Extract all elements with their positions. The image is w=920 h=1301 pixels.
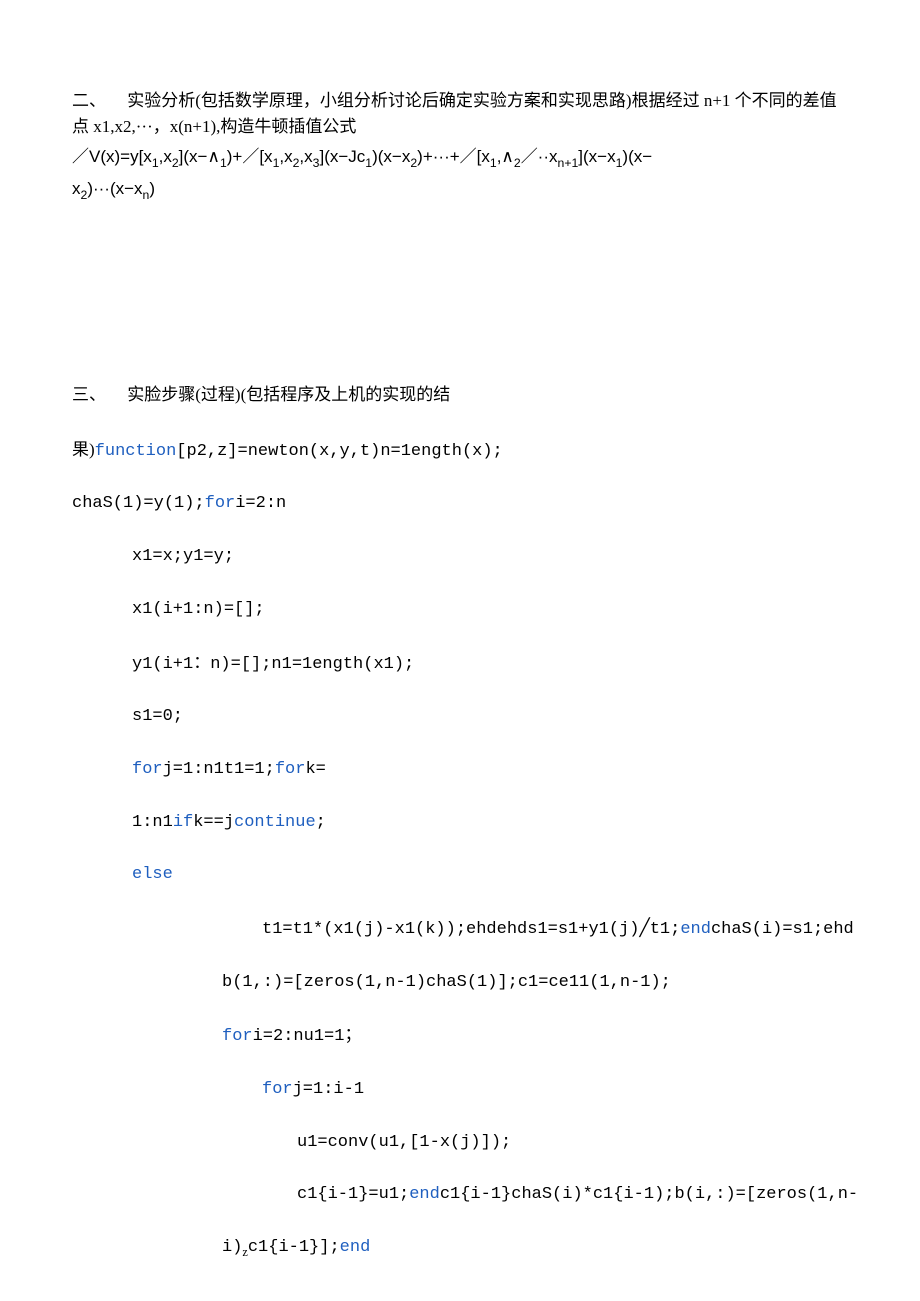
code-text: x1=x;y1=y;	[132, 547, 234, 566]
formula-line-1: ／V(x)=y[x1,x2](x−∧1)+／[x1,x2,x3](x−Jc1)(…	[72, 143, 848, 173]
code-line: 1:n1ifk==jcontinue;	[72, 810, 848, 836]
keyword-for: for	[205, 494, 236, 513]
code-text: chaS(i)=s1;ehd	[711, 920, 854, 939]
code-text: b(1,:)=[zeros(1,n-1)chaS(1)];c1=ce11(1,n…	[222, 973, 671, 992]
formula-sub: 2	[410, 156, 417, 170]
keyword-end: end	[680, 920, 711, 939]
code-text: c1{i-1}];	[248, 1238, 340, 1257]
code-line: fori=2:nu1=1；	[72, 1022, 848, 1050]
keyword-function: function	[95, 442, 177, 461]
code-text: u1=conv(u1,[1-x(j)]);	[297, 1133, 511, 1152]
code-sub: z	[242, 1245, 247, 1259]
section-2-heading-body: 实验分析(包括数学原理，小组分析讨论后确定实验方案和实现思路)根据经过 n+1 …	[72, 91, 837, 136]
code-text: ;	[316, 813, 326, 832]
formula-sub: 1	[365, 156, 372, 170]
code-text: x1(i+1:n)=[];	[132, 600, 265, 619]
formula-text: ](x−x	[578, 147, 615, 166]
section-2: 二、 实验分析(包括数学原理，小组分析讨论后确定实验方案和实现思路)根据经过 n…	[72, 88, 848, 141]
formula-sub: n+1	[558, 156, 579, 170]
formula-text: x	[72, 179, 81, 198]
code-line: x1(i+1:n)=[];	[72, 597, 848, 623]
formula-sub: 2	[172, 156, 179, 170]
code-line: x1=x;y1=y;	[72, 544, 848, 570]
code-line: forj=1:i-1	[72, 1077, 848, 1103]
formula-text: )(x−	[622, 147, 652, 166]
code-line: i)zc1{i-1}];end	[72, 1235, 848, 1261]
formula-text: )	[149, 179, 155, 198]
code-line: else	[72, 862, 848, 888]
code-text: i=2:nu1=1	[253, 1027, 345, 1046]
code-text: 1:n1	[132, 813, 173, 832]
code-text: i)	[222, 1238, 242, 1257]
code-line: u1=conv(u1,[1-x(j)]);	[72, 1130, 848, 1156]
formula-sub: 1	[273, 156, 280, 170]
keyword-end: end	[409, 1185, 440, 1204]
code-text: t1;	[650, 920, 681, 939]
formula-text: ,∧	[497, 147, 514, 166]
formula-text: ,x	[159, 147, 172, 166]
formula-line-2: x2)···(x−xn)	[72, 175, 848, 205]
formula-text: ](x−∧	[179, 147, 220, 166]
code-block: 果)function[p2,z]=newton(x,y,t)n=1ength(x…	[72, 410, 848, 1287]
formula-text: ](x−Jc	[319, 147, 365, 166]
formula-text: )(x−x	[372, 147, 410, 166]
code-line: forj=1:n1t1=1;fork=	[72, 757, 848, 783]
vertical-gap	[72, 207, 848, 382]
formula-sub: 1	[490, 156, 497, 170]
section-3-heading-body: 实脸步骤(过程)(包括程序及上机的实现的结	[127, 385, 450, 404]
code-text: k=	[305, 760, 325, 779]
code-text: j=1:i-1	[293, 1080, 364, 1099]
formula-sub: 1	[220, 156, 227, 170]
formula-text: ,x	[299, 147, 312, 166]
code-text: j=1:n1t1=1;	[163, 760, 275, 779]
code-text: i=2:n	[235, 494, 286, 513]
formula-sub: 1	[616, 156, 623, 170]
code-text: c1{i-1}chaS(i)*c1{i-1);b(i,:)=[zeros(1,n…	[440, 1185, 858, 1204]
keyword-for: for	[132, 760, 163, 779]
keyword-for: for	[262, 1080, 293, 1099]
code-text: [p2,z]=newton(x,y,t)n=1ength(x);	[176, 442, 502, 461]
code-line: chaS(1)=y(1);fori=2:n	[72, 491, 848, 517]
keyword-if: if	[173, 813, 193, 832]
formula-sub: 2	[81, 188, 88, 202]
code-text: 果)	[72, 440, 95, 459]
keyword-else: else	[132, 865, 173, 884]
code-text: ；	[344, 1025, 361, 1044]
formula-text: ／··x	[521, 147, 558, 166]
code-line: t1=t1*(x1(j)-x1(k));ehdehds1=s1+y1(j)╱t1…	[72, 915, 848, 943]
code-line: s1=0;	[72, 704, 848, 730]
code-line: c1{i-1}=u1;endc1{i-1}chaS(i)*c1{i-1);b(i…	[72, 1182, 848, 1208]
code-text: ╱	[639, 918, 649, 937]
formula-sub: 1	[152, 156, 159, 170]
code-text: k==j	[193, 813, 234, 832]
keyword-continue: continue	[234, 813, 316, 832]
section-2-heading-prefix: 二、	[72, 91, 106, 110]
code-text: t1=t1*(x1(j)-x1(k));ehdehds1=s1+y1(j)	[262, 920, 639, 939]
formula-sub: 2	[293, 156, 300, 170]
formula-text: ,x	[279, 147, 292, 166]
keyword-for: for	[222, 1027, 253, 1046]
formula-sub: 2	[514, 156, 521, 170]
section-3-heading: 三、 实脸步骤(过程)(包括程序及上机的实现的结	[72, 382, 848, 408]
formula-text: )+···+／[x	[417, 147, 490, 166]
code-text: c1{i-1}=u1;	[297, 1185, 409, 1204]
code-line: 果)function[p2,z]=newton(x,y,t)n=1ength(x…	[72, 437, 848, 465]
code-line: y1(i+1：n)=[];n1=1ength(x1);	[72, 650, 848, 678]
code-text: ：	[193, 653, 210, 672]
section-3-heading-prefix: 三、	[72, 385, 106, 404]
formula-text: )+／[x	[227, 147, 273, 166]
code-text: s1=0;	[132, 707, 183, 726]
code-text: chaS(1)=y(1);	[72, 494, 205, 513]
formula-sub: n	[143, 188, 150, 202]
formula-text: )···(x−x	[87, 179, 142, 198]
code-line: b(1,:)=[zeros(1,n-1)chaS(1)];c1=ce11(1,n…	[72, 970, 848, 996]
keyword-for: for	[275, 760, 306, 779]
formula-text: ／V(x)=y[x	[72, 147, 152, 166]
keyword-end: end	[340, 1238, 371, 1257]
formula-sub: 3	[313, 156, 320, 170]
